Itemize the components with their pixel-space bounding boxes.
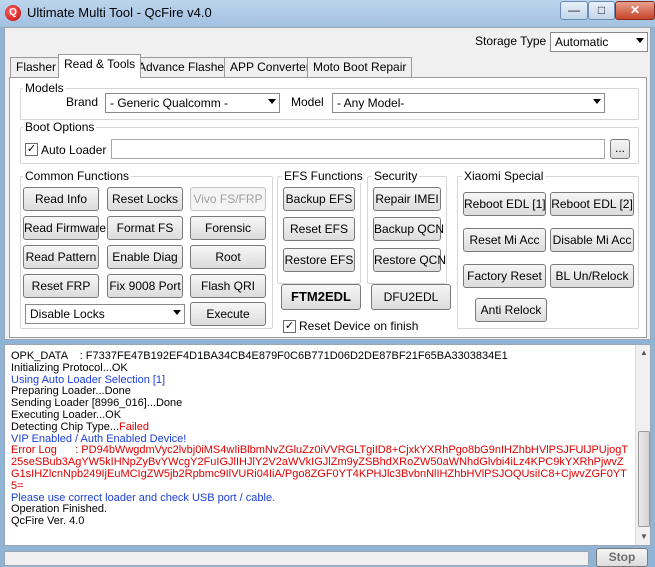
enable-diag-button[interactable]: Enable Diag — [107, 245, 183, 269]
security-title: Security — [372, 169, 420, 183]
backup-qcn-button[interactable]: Backup QCN — [373, 217, 444, 241]
log-line-text: Error Log : PD94bWwgdmVyc2lvbj0iMS4wIiBl… — [11, 444, 629, 492]
disable-mi-acc-button[interactable]: Disable Mi Acc — [550, 228, 634, 252]
restore-qcn-button[interactable]: Restore QCN — [373, 248, 446, 272]
app-icon: Q — [5, 5, 21, 21]
log-line: Operation Finished. — [11, 503, 631, 516]
chevron-down-icon — [173, 310, 181, 315]
anti-relock-button[interactable]: Anti Relock — [475, 298, 547, 322]
auto-loader-checkbox[interactable]: ✓ — [25, 143, 38, 156]
log-scrollbar[interactable]: ▲ ▼ — [635, 345, 650, 545]
brand-select[interactable]: - Generic Qualcomm - — [105, 93, 280, 113]
bl-unlock-relock-button[interactable]: BL Un/Relock — [550, 264, 634, 288]
tab-read-and-tools[interactable]: Read & Tools — [58, 54, 142, 78]
dfu2edl-button[interactable]: DFU2EDL — [371, 284, 451, 310]
read-pattern-button[interactable]: Read Pattern — [23, 245, 99, 269]
storage-type-select[interactable]: Automatic — [550, 32, 648, 52]
restore-efs-button[interactable]: Restore EFS — [283, 248, 355, 272]
chevron-down-icon — [593, 99, 601, 104]
log-output[interactable]: OPK_DATA : F7337FE47B192EF4D1BA34CB4E879… — [4, 344, 651, 546]
scroll-up-icon[interactable]: ▲ — [637, 346, 650, 360]
vivo-fs-frp-button[interactable]: Vivo FS/FRP — [190, 187, 266, 211]
reset-efs-button[interactable]: Reset EFS — [283, 217, 355, 241]
title-bar[interactable]: Q Ultimate Multi Tool - QcFire v4.0 — □ … — [0, 0, 655, 27]
tab-app-converter[interactable]: APP Converter — [224, 57, 316, 77]
fix-9008-port-button[interactable]: Fix 9008 Port — [107, 274, 183, 298]
log-line-status: Failed — [119, 420, 149, 433]
brand-label: Brand — [66, 95, 99, 109]
reset-device-label: Reset Device on finish — [299, 319, 419, 333]
backup-efs-button[interactable]: Backup EFS — [283, 187, 355, 211]
close-button[interactable]: ✕ — [615, 1, 655, 20]
log-line-text: Detecting Chip Type... — [11, 420, 120, 433]
browse-loader-button[interactable]: ... — [610, 139, 630, 159]
log-line-text: Using Auto Loader Selection [1] — [11, 373, 166, 386]
log-line-text: Executing Loader...OK — [11, 408, 122, 421]
window-title: Ultimate Multi Tool - QcFire v4.0 — [27, 5, 212, 20]
log-line-text: Preparing Loader...Done — [11, 385, 131, 398]
log-line-text: VIP Enabled / Auth Enabled Device! — [11, 432, 187, 445]
efs-functions-title: EFS Functions — [282, 169, 365, 183]
log-line-text: Initializing Protocol...OK — [11, 361, 128, 374]
ftm2edl-button[interactable]: FTM2EDL — [281, 284, 361, 310]
lock-mode-value: Disable Locks — [30, 307, 105, 321]
minimize-button[interactable]: — — [560, 1, 588, 20]
log-line: QcFire Ver. 4.0 — [11, 515, 631, 528]
root-button[interactable]: Root — [190, 245, 266, 269]
tab-flasher[interactable]: Flasher — [10, 57, 63, 77]
boot-options-title: Boot Options — [23, 120, 97, 134]
tab-advance-flasher[interactable]: Advance Flasher — [132, 57, 235, 77]
common-functions-title: Common Functions — [23, 169, 132, 183]
chevron-down-icon — [636, 38, 644, 43]
loader-path-input[interactable] — [111, 139, 605, 159]
brand-value: - Generic Qualcomm - — [110, 96, 229, 110]
storage-type-value: Automatic — [555, 35, 609, 49]
reset-mi-acc-button[interactable]: Reset Mi Acc — [463, 228, 546, 252]
model-value: - Any Model- — [337, 96, 405, 110]
tab-moto-boot-repair[interactable]: Moto Boot Repair — [307, 57, 413, 77]
reboot-edl-1-button[interactable]: Reboot EDL [1] — [463, 192, 546, 216]
xiaomi-special-title: Xiaomi Special — [462, 169, 546, 183]
log-line: Error Log : PD94bWwgdmVyc2lvbj0iMS4wIiBl… — [11, 444, 631, 492]
reset-locks-button[interactable]: Reset Locks — [107, 187, 183, 211]
log-line-text: Please use correct loader and check USB … — [11, 491, 276, 504]
stop-button[interactable]: Stop — [596, 548, 648, 567]
log-line-text: Sending Loader [8996_016]...Done — [11, 397, 183, 410]
repair-imei-button[interactable]: Repair IMEI — [373, 187, 441, 211]
models-group-title: Models — [23, 81, 66, 95]
read-info-button[interactable]: Read Info — [23, 187, 99, 211]
reset-frp-button[interactable]: Reset FRP — [23, 274, 99, 298]
maximize-button[interactable]: □ — [588, 1, 615, 20]
chevron-down-icon — [268, 99, 276, 104]
storage-type-label: Storage Type — [475, 34, 547, 48]
format-fs-button[interactable]: Format FS — [107, 216, 183, 240]
tab-page-read-and-tools: Models Brand - Generic Qualcomm - Model … — [9, 77, 647, 338]
flash-qri-button[interactable]: Flash QRI — [190, 274, 266, 298]
execute-button[interactable]: Execute — [190, 302, 266, 326]
log-line-text: Operation Finished. — [11, 503, 107, 516]
forensic-button[interactable]: Forensic — [190, 216, 266, 240]
status-field — [4, 551, 589, 566]
log-line-text: OPK_DATA : F7337FE47B192EF4D1BA34CB4E879… — [11, 350, 508, 362]
reset-device-checkbox[interactable]: ✓ — [283, 320, 296, 333]
log-lines: OPK_DATA : F7337FE47B192EF4D1BA34CB4E879… — [11, 350, 631, 528]
scroll-down-icon[interactable]: ▼ — [637, 530, 650, 544]
model-label: Model — [291, 95, 324, 109]
auto-loader-label: Auto Loader — [41, 143, 107, 157]
log-line-text: QcFire Ver. 4.0 — [11, 515, 85, 528]
lock-mode-select[interactable]: Disable Locks — [25, 304, 185, 324]
model-select[interactable]: - Any Model- — [332, 93, 605, 113]
reboot-edl-2-button[interactable]: Reboot EDL [2] — [550, 192, 634, 216]
read-firmware-button[interactable]: Read Firmware — [23, 216, 106, 240]
factory-reset-button[interactable]: Factory Reset — [463, 264, 546, 288]
scroll-thumb[interactable] — [638, 431, 650, 527]
